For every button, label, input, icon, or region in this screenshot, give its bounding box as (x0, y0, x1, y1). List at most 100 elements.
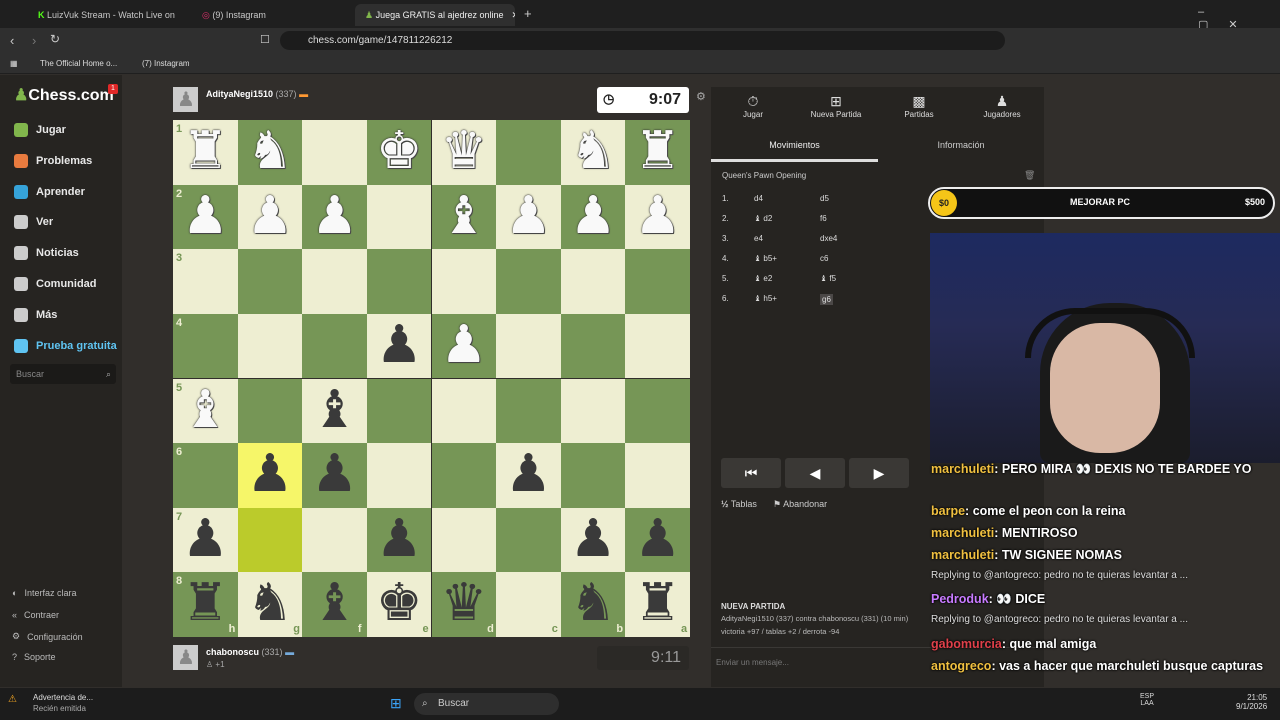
move-item[interactable]: ♝ e2 (754, 274, 772, 283)
white-piece[interactable]: ♞ (561, 120, 626, 185)
language-indicator[interactable]: ESP LAA (1140, 693, 1154, 707)
black-piece[interactable]: ♟ (496, 443, 561, 508)
chat-username[interactable]: Pedroduk (931, 592, 989, 606)
sidebar-item-4[interactable]: Noticias (14, 243, 79, 263)
board-square[interactable] (560, 313, 626, 379)
chat-username[interactable]: marchuleti (931, 526, 994, 540)
move-item[interactable]: d5 (820, 194, 829, 203)
move-item[interactable]: dxe4 (820, 234, 837, 243)
bottom-player-info[interactable]: chabonoscu (331) ▬ (206, 647, 294, 657)
board-square[interactable] (431, 249, 497, 314)
move-item[interactable]: d4 (754, 194, 763, 203)
black-piece[interactable]: ♟ (561, 508, 626, 573)
back-icon[interactable]: ‹ (10, 33, 14, 48)
board-settings-icon[interactable]: ⚙ (696, 90, 706, 103)
prev-move-button[interactable]: ◀ (785, 458, 845, 488)
black-piece[interactable]: ♟ (367, 314, 432, 379)
sidebar-item-3[interactable]: Ver (14, 212, 53, 232)
board-square[interactable] (431, 507, 497, 573)
resign-button[interactable]: ⚑ Abandonar (773, 499, 827, 510)
search-input[interactable]: Buscar ⌕ (10, 364, 116, 384)
black-piece[interactable]: ♟ (238, 443, 303, 508)
move-item[interactable]: ♝ b5+ (754, 254, 777, 263)
taskbar-search[interactable]: ⌕ Buscar (414, 693, 559, 715)
board-square[interactable] (173, 443, 238, 508)
board-square[interactable] (302, 249, 367, 314)
tab-new-game[interactable]: ⊞ Nueva Partida (801, 93, 871, 119)
forward-icon[interactable]: › (32, 33, 36, 48)
board-square[interactable] (302, 313, 367, 379)
white-piece[interactable]: ♛ (432, 120, 497, 185)
move-item[interactable]: e4 (754, 234, 763, 243)
bookmark-icon[interactable]: ☐ (260, 33, 270, 46)
first-move-button[interactable]: ⏮ (721, 458, 781, 488)
board-square[interactable] (625, 249, 690, 314)
board-square[interactable] (496, 507, 561, 573)
bookmark-item[interactable]: The Official Home o... (40, 59, 117, 68)
move-item[interactable]: ♝ f5 (820, 274, 836, 283)
board-square[interactable] (237, 313, 303, 379)
next-move-button[interactable]: ▶ (849, 458, 909, 488)
clock[interactable]: 21:05 9/1/2026 (1236, 693, 1267, 711)
board-square[interactable] (237, 507, 303, 573)
move-item[interactable]: g6 (820, 294, 833, 305)
settings-link[interactable]: ⚙ Configuración (12, 631, 83, 642)
board-square[interactable] (237, 249, 303, 314)
bookmark-item[interactable]: (7) Instagram (142, 59, 190, 68)
notification-title[interactable]: Advertencia de... (33, 693, 93, 702)
chat-username[interactable]: marchuleti (931, 462, 994, 476)
tab-chess[interactable]: ♟ Juega GRATIS al ajedrez online✕ (355, 4, 515, 26)
chat-username[interactable]: antogreco (931, 659, 991, 673)
white-piece[interactable]: ♚ (367, 120, 432, 185)
sidebar-item-6[interactable]: Más (14, 305, 57, 325)
board-square[interactable] (366, 378, 432, 444)
new-tab-icon[interactable]: + (524, 6, 532, 21)
white-piece[interactable]: ♟ (625, 185, 690, 250)
board-square[interactable] (496, 120, 561, 185)
black-piece[interactable]: ♟ (367, 508, 432, 573)
white-piece[interactable]: ♟ (173, 185, 238, 250)
board-square[interactable] (625, 443, 690, 508)
board-square[interactable] (173, 313, 238, 379)
collapse-link[interactable]: «Contraer (12, 610, 59, 620)
avatar[interactable]: ♟ (173, 645, 198, 670)
white-piece[interactable]: ♟ (302, 185, 367, 250)
board-square[interactable] (431, 378, 497, 444)
white-piece[interactable]: ♞ (238, 120, 303, 185)
url-input[interactable]: chess.com/game/147811226212 (280, 31, 1005, 50)
sidebar-item-2[interactable]: Aprender (14, 182, 85, 202)
tab-games[interactable]: ▩ Partidas (884, 93, 954, 119)
board-square[interactable] (560, 249, 626, 314)
move-item[interactable]: ♝ h5+ (754, 294, 777, 303)
chess-board[interactable]: ♜ ♞ ♚ ♛ ♞ ♜ 1 ♟ ♟ ♟ ♝ ♟ ♟ ♟ 2 3 ♟ ♟ 4 ♝ ♝ 5 ♟ ♟ ♟ 6 ♟ ♟ ♟ ♟ 7 ♜ ♞ ♝ ♚ ♛ ♞ ♜ 8 h… (173, 120, 690, 637)
board-square[interactable] (366, 184, 432, 250)
board-square[interactable] (625, 313, 690, 379)
tab-moves[interactable]: Movimientos (711, 132, 878, 162)
tab-players[interactable]: ♟ Jugadores (967, 93, 1037, 119)
sidebar-item-7[interactable]: Prueba gratuita (14, 336, 117, 356)
draw-button[interactable]: ½ Tablas (721, 499, 757, 509)
white-piece[interactable]: ♟ (238, 185, 303, 250)
board-square[interactable] (237, 378, 303, 444)
white-piece[interactable]: ♝ (173, 379, 238, 444)
tab-play[interactable]: ⏱ Jugar (718, 93, 788, 119)
chat-username[interactable]: gabomurcia (931, 637, 1002, 651)
tab-info[interactable]: Información (878, 132, 1044, 162)
apps-icon[interactable]: ▦ (10, 59, 18, 68)
white-piece[interactable]: ♟ (561, 185, 626, 250)
avatar[interactable]: ♟ (173, 87, 198, 112)
board-square[interactable] (625, 378, 690, 444)
black-piece[interactable]: ♟ (302, 443, 367, 508)
black-piece[interactable]: ♝ (302, 379, 367, 444)
windows-start-icon[interactable]: ⊞ (390, 695, 406, 711)
tab-instagram[interactable]: ◎ (9) Instagram (192, 4, 342, 26)
board-square[interactable] (496, 378, 561, 444)
move-item[interactable]: ♝ d2 (754, 214, 772, 223)
trash-icon[interactable]: 🗑 (1024, 170, 1035, 181)
top-player-info[interactable]: AdityaNegi1510 (337) ▬ (206, 89, 308, 99)
move-item[interactable]: c6 (820, 254, 828, 263)
board-square[interactable] (496, 249, 561, 314)
tab-kick[interactable]: K LuizVuk Stream - Watch Live on Kick (28, 4, 178, 26)
board-square[interactable] (302, 507, 367, 573)
sidebar-item-1[interactable]: Problemas (14, 151, 92, 171)
